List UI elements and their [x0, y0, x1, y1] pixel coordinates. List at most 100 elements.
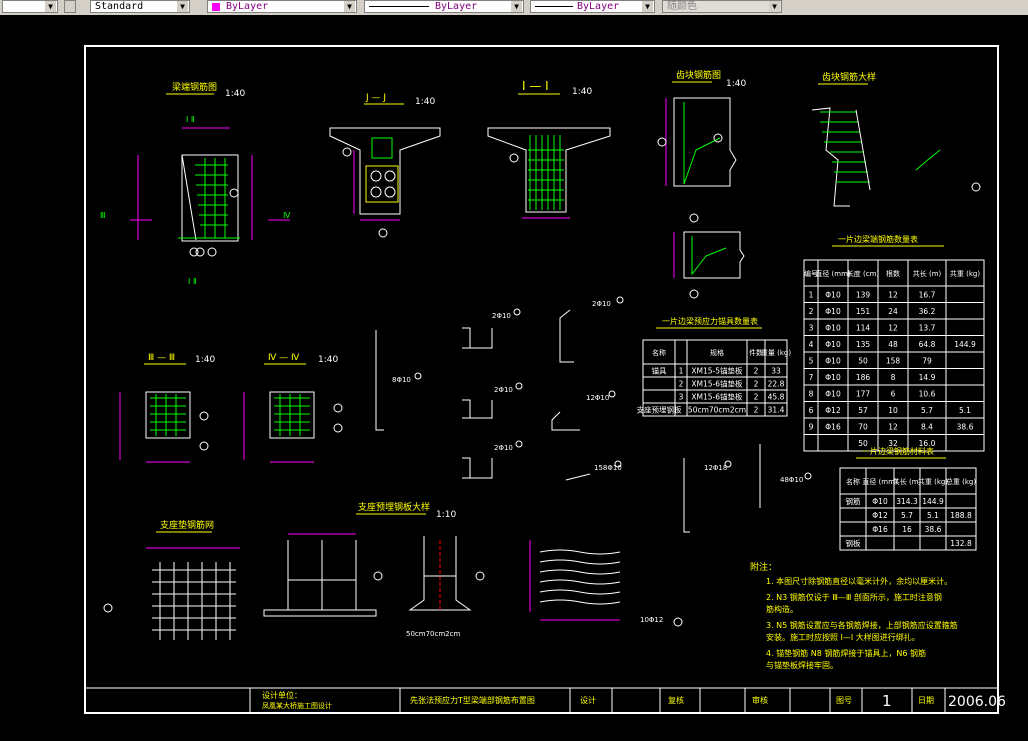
cad-drawing: 设计单位： 凤凰某大桥施工图设计 先张法预应力T型梁端部钢筋布置图 设计 复核 …	[84, 45, 1006, 714]
scale-i: 1:10	[436, 510, 456, 520]
table-cell: 5.7	[901, 511, 913, 520]
note-7: 与锚垫板焊接牢固。	[766, 660, 838, 670]
table-cell: 24	[888, 307, 898, 316]
note-3: 筋构造。	[766, 604, 798, 614]
table-cell: 6	[891, 389, 896, 398]
table-cell: 4	[809, 340, 814, 349]
table-cell: 9	[809, 422, 814, 431]
lineweight-dropdown[interactable]: ByLayer ▼	[530, 0, 655, 13]
scale-a: 1:40	[225, 89, 245, 99]
view-jj	[329, 127, 441, 238]
table-cell: 50cm70cm2cm	[688, 406, 746, 415]
view-beam-end: Ⅲ Ⅳ I Ⅱ I Ⅱ	[100, 115, 291, 286]
color-swatch-icon	[212, 3, 220, 11]
tb-designer: 设计单位：	[262, 690, 302, 700]
rebar-label-9: 48Φ10	[780, 476, 803, 484]
table-cell: 64.8	[919, 340, 936, 349]
lineweight-value: ByLayer	[577, 1, 620, 12]
rebar-label-3: 2Φ10	[494, 444, 513, 452]
title-iii: Ⅲ — Ⅲ	[148, 353, 175, 363]
line-sample-icon	[535, 6, 573, 7]
note-6: 4. 锚垫钢筋 N8 钢筋焊接于锚具上，N6 钢筋	[766, 648, 926, 658]
table-header: 总重 (kg)	[946, 477, 976, 486]
table-cell: 1	[679, 367, 684, 376]
plotstyle-dropdown[interactable]: 随颜色 ▼	[662, 0, 782, 13]
table-cell: 12	[888, 323, 898, 332]
line-sample-icon	[369, 6, 429, 7]
tb-sheet-label: 图号	[836, 696, 852, 705]
table-cell: 3	[679, 393, 684, 402]
table-cell: 186	[856, 373, 871, 382]
rebar-label-7: 8Φ10	[392, 376, 411, 384]
rebar-label-4: 2Φ10	[592, 300, 611, 308]
title-plate-detail: 支座预埋钢板大样	[358, 501, 430, 513]
table-cell: 支座预埋钢板	[637, 405, 682, 415]
svg-text:I Ⅱ: I Ⅱ	[186, 115, 195, 124]
table-cell: Φ10	[825, 356, 841, 365]
table-cell: 177	[856, 389, 871, 398]
rebar-shapes	[375, 309, 761, 533]
tb-approve: 审核	[752, 695, 768, 705]
table-cell: 锚具	[652, 366, 667, 376]
table1: 编号直径 (mm)长度 (cm) 根数 共长 (m) 共重 (kg)1 Φ10 139 12…	[803, 259, 985, 452]
table-cell: 12	[888, 290, 898, 299]
table-cell: 50	[858, 356, 868, 365]
table-cell: XM15-5锚垫板	[691, 366, 743, 376]
plotstyle-value: 随颜色	[667, 1, 697, 12]
note-4: 3. N5 钢筋设置应与各钢筋焊接，上部钢筋应设置箍筋	[766, 620, 958, 630]
chevron-down-icon: ▼	[642, 1, 653, 12]
table-cell: 45.8	[768, 393, 785, 402]
table-cell: 8.4	[921, 422, 933, 431]
table-cell: 16	[902, 525, 912, 534]
table-cell: 188.8	[950, 511, 972, 520]
table-cell: 1	[809, 290, 814, 299]
table-cell: 13.7	[919, 323, 936, 332]
table-header: 根数	[886, 269, 900, 278]
table-cell: 14.9	[919, 373, 936, 382]
view-iii	[119, 391, 209, 463]
title-beam-end: 梁端钢筋图	[172, 81, 217, 93]
title-bearing-mesh: 支座垫钢筋网	[160, 519, 214, 531]
notes-title: 附注：	[750, 561, 777, 573]
note-5: 安装。施工时应按照 I—I 大样图进行绑扎。	[766, 632, 920, 642]
view-embedded-plate	[263, 533, 485, 617]
tb-drawing-title: 先张法预应力T型梁端部钢筋布置图	[410, 695, 535, 705]
color-value: ByLayer	[226, 1, 269, 12]
table-cell: 38.6	[925, 525, 942, 534]
table-cell: 2	[754, 367, 759, 376]
title-block	[85, 687, 998, 713]
textstyle-icon[interactable]	[64, 0, 76, 13]
view-spiral	[529, 540, 621, 621]
title-tooth: 齿块钢筋图	[676, 69, 721, 81]
note-1: 1. 本图尺寸除钢筋直径以毫米计外，余均以厘米计。	[766, 576, 952, 586]
chevron-down-icon: ▼	[344, 1, 355, 12]
table-header: 名称	[846, 477, 860, 486]
drawing-canvas[interactable]: 设计单位： 凤凰某大桥施工图设计 先张法预应力T型梁端部钢筋布置图 设计 复核 …	[0, 15, 1028, 741]
table-cell: Φ12	[872, 511, 888, 520]
linetype-dropdown[interactable]: ByLayer ▼	[364, 0, 524, 13]
table-cell: 132.8	[950, 539, 972, 548]
color-dropdown[interactable]: ByLayer ▼	[207, 0, 357, 13]
textstyle-dropdown[interactable]: Standard ▼	[90, 0, 190, 13]
table-cell: 33	[771, 367, 781, 376]
notes: 1. 本图尺寸除钢筋直径以毫米计外，余均以厘米计。 2. N3 钢筋仅设于 Ⅲ—…	[766, 576, 958, 670]
toolbar-dropdown-left[interactable]: ▼	[2, 0, 58, 13]
table-cell: 10	[888, 406, 898, 415]
table-cell: XM15-6锚垫板	[691, 379, 743, 389]
table-cell: 114	[856, 323, 871, 332]
chevron-down-icon: ▼	[511, 1, 522, 12]
table-header: 直径 (mm)	[815, 269, 851, 278]
table2-title: 一片边梁预应力锚具数量表	[662, 316, 758, 326]
table-cell: 5.7	[921, 406, 933, 415]
table-cell: 135	[856, 340, 871, 349]
table-header: 共重 (kg)	[918, 477, 948, 486]
scale-f: 1:40	[195, 355, 215, 365]
rebar-label-10: 10Φ12	[640, 616, 663, 624]
chevron-down-icon: ▼	[45, 1, 56, 12]
tb-design: 设计	[580, 695, 596, 705]
title-iv: Ⅳ — Ⅳ	[268, 353, 300, 363]
table-cell: 31.4	[768, 406, 785, 415]
table-cell: Φ16	[825, 422, 841, 431]
table-cell: 151	[856, 307, 871, 316]
table-cell: 10.6	[919, 389, 936, 398]
